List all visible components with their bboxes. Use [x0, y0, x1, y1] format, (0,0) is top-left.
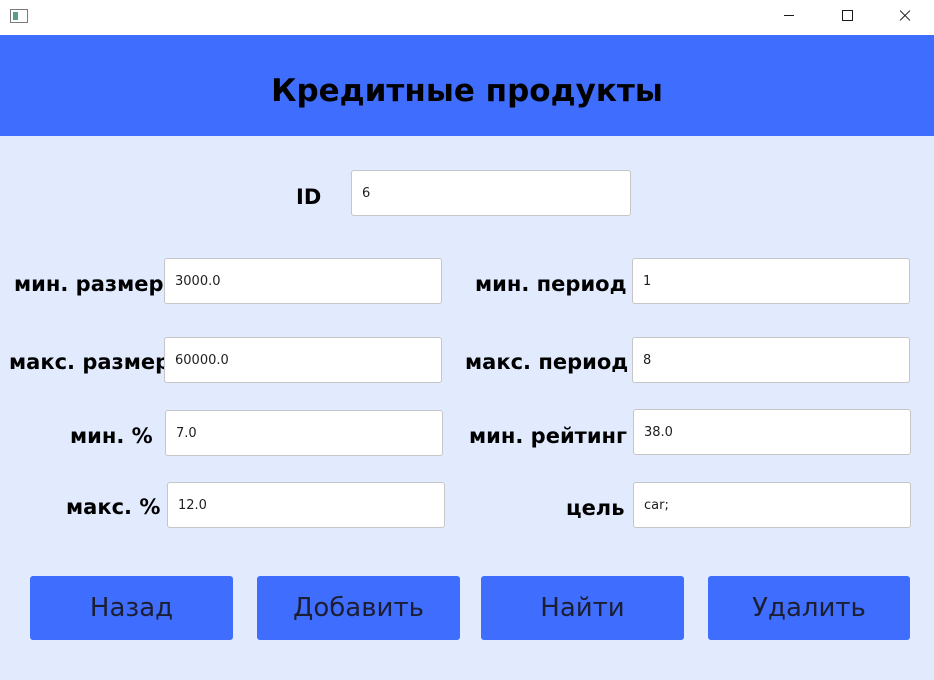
min-period-label: мин. период: [475, 272, 627, 296]
id-field[interactable]: [351, 170, 631, 216]
purpose-label: цель: [566, 496, 625, 520]
min-rating-label: мин. рейтинг: [469, 424, 628, 448]
max-size-field[interactable]: [164, 337, 442, 383]
min-size-field[interactable]: [164, 258, 442, 304]
app-icon: [10, 9, 28, 23]
purpose-field[interactable]: [633, 482, 911, 528]
minimize-icon[interactable]: [766, 0, 812, 32]
max-size-label: макс. размер: [9, 350, 171, 374]
min-period-field[interactable]: [632, 258, 910, 304]
max-percent-label: макс. %: [66, 495, 161, 519]
maximize-icon[interactable]: [824, 0, 870, 32]
page-title: Кредитные продукты: [271, 73, 663, 109]
min-size-label: мин. размер: [14, 272, 164, 296]
app-window: Кредитные продукты ID мин. размер макс. …: [0, 0, 934, 680]
min-rating-field[interactable]: [633, 409, 911, 455]
close-icon[interactable]: [882, 0, 928, 32]
find-button[interactable]: Найти: [481, 576, 684, 640]
id-label: ID: [296, 185, 322, 209]
page-header: Кредитные продукты: [0, 35, 934, 136]
min-percent-field[interactable]: [165, 410, 443, 456]
min-percent-label: мин. %: [70, 424, 153, 448]
delete-button[interactable]: Удалить: [708, 576, 910, 640]
max-period-label: макс. период: [465, 350, 629, 374]
max-percent-field[interactable]: [167, 482, 445, 528]
back-button[interactable]: Назад: [30, 576, 233, 640]
max-period-field[interactable]: [632, 337, 910, 383]
window-titlebar: [0, 0, 934, 35]
add-button[interactable]: Добавить: [257, 576, 460, 640]
